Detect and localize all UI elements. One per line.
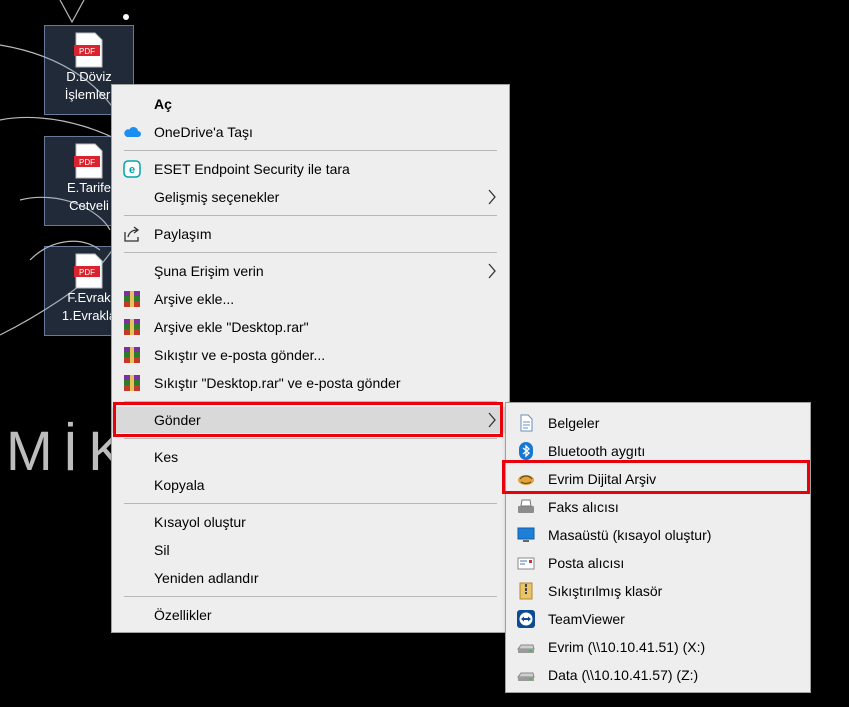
submenu-item-drive-z[interactable]: Data (\\10.10.41.57) (Z:) (506, 662, 810, 688)
mail-icon (517, 557, 535, 570)
menu-item-compress-desktop-email[interactable]: Sıkıştır "Desktop.rar" ve e-posta gönder (112, 370, 509, 396)
menu-item-add-desktop-rar[interactable]: Arşive ekle "Desktop.rar" (112, 314, 509, 340)
menu-item-properties[interactable]: Özellikler (112, 602, 509, 628)
highlight-send-to (113, 402, 503, 437)
submenu-item-teamviewer[interactable]: TeamViewer (506, 606, 810, 632)
menu-item-label: Kes (154, 449, 179, 465)
menu-item-create-shortcut[interactable]: Kısayol oluştur (112, 509, 509, 535)
menu-item-cut[interactable]: Kes (112, 444, 509, 470)
menu-item-label: Gelişmiş seçenekler (154, 189, 280, 205)
submenu-item-zip-folder[interactable]: Sıkıştırılmış klasör (506, 578, 810, 604)
svg-text:PDF: PDF (79, 47, 95, 56)
svg-text:PDF: PDF (79, 268, 95, 277)
desktop-icon (517, 527, 535, 542)
context-menu: Aç OneDrive'a Taşı e ESET Endpoint Secur… (111, 84, 510, 633)
menu-item-label: Sil (154, 542, 170, 558)
menu-separator (124, 438, 497, 439)
menu-item-rename[interactable]: Yeniden adlandır (112, 565, 509, 591)
menu-item-advanced-options[interactable]: Gelişmiş seçenekler (112, 184, 509, 210)
menu-item-label: Yeniden adlandır (154, 570, 259, 586)
submenu-item-label: Masaüstü (kısayol oluştur) (548, 527, 712, 543)
submenu-item-label: Evrim (\\10.10.41.51) (X:) (548, 639, 706, 655)
submenu-item-label: Belgeler (548, 415, 600, 431)
share-icon (124, 226, 140, 242)
pdf-file-icon: PDF (74, 32, 103, 68)
submenu-item-label: Sıkıştırılmış klasör (548, 583, 663, 599)
menu-item-label: Kopyala (154, 477, 205, 493)
menu-item-delete[interactable]: Sil (112, 537, 509, 563)
menu-item-label: Arşive ekle "Desktop.rar" (154, 319, 309, 335)
menu-item-label: Paylaşım (154, 226, 212, 242)
menu-item-label: Aç (154, 96, 172, 112)
menu-item-onedrive[interactable]: OneDrive'a Taşı (112, 119, 509, 145)
fax-icon (518, 499, 534, 513)
menu-item-copy[interactable]: Kopyala (112, 472, 509, 498)
menu-item-share[interactable]: Paylaşım (112, 221, 509, 247)
menu-item-eset-scan[interactable]: e ESET Endpoint Security ile tara (112, 156, 509, 182)
winrar-icon (124, 375, 140, 391)
network-drive-icon (517, 672, 535, 681)
menu-separator (124, 596, 497, 597)
teamviewer-icon (517, 610, 535, 628)
submenu-item-drive-x[interactable]: Evrim (\\10.10.41.51) (X:) (506, 634, 810, 660)
submenu-item-fax[interactable]: Faks alıcısı (506, 494, 810, 520)
submenu-item-desktop-shortcut[interactable]: Masaüstü (kısayol oluştur) (506, 522, 810, 548)
zip-folder-icon (519, 582, 533, 600)
menu-separator (124, 215, 497, 216)
highlight-evrim-archive (502, 460, 810, 494)
svg-text:e: e (129, 164, 135, 176)
winrar-icon (124, 319, 140, 335)
submenu-item-documents[interactable]: Belgeler (506, 410, 810, 436)
bluetooth-icon (519, 442, 533, 460)
network-drive-icon (517, 644, 535, 653)
pdf-file-icon: PDF (74, 143, 103, 179)
menu-item-label: Kısayol oluştur (154, 514, 246, 530)
chevron-right-icon (488, 263, 496, 279)
menu-item-label: ESET Endpoint Security ile tara (154, 161, 350, 177)
menu-separator (124, 503, 497, 504)
submenu-item-label: Faks alıcısı (548, 499, 619, 515)
menu-item-label: Sıkıştır "Desktop.rar" ve e-posta gönder (154, 375, 401, 391)
menu-item-label: Özellikler (154, 607, 212, 623)
winrar-icon (124, 291, 140, 307)
menu-item-label: OneDrive'a Taşı (154, 124, 253, 140)
pdf-file-icon: PDF (74, 253, 103, 289)
menu-item-label: Şuna Erişim verin (154, 263, 264, 279)
menu-item-open[interactable]: Aç (112, 91, 509, 117)
send-to-submenu: Belgeler Bluetooth aygıtı Evrim Dijital … (505, 402, 811, 693)
submenu-item-mail[interactable]: Posta alıcısı (506, 550, 810, 576)
menu-item-label: Arşive ekle... (154, 291, 235, 307)
menu-separator (124, 150, 497, 151)
submenu-item-label: Data (\\10.10.41.57) (Z:) (548, 667, 699, 683)
winrar-icon (124, 347, 140, 363)
submenu-item-label: TeamViewer (548, 611, 625, 627)
chevron-right-icon (488, 189, 496, 205)
svg-text:PDF: PDF (79, 158, 95, 167)
submenu-item-label: Posta alıcısı (548, 555, 625, 571)
eset-icon: e (123, 160, 141, 178)
menu-separator (124, 252, 497, 253)
cloud-icon (124, 127, 141, 137)
menu-item-compress-email[interactable]: Sıkıştır ve e-posta gönder... (112, 342, 509, 368)
menu-item-add-archive[interactable]: Arşive ekle... (112, 286, 509, 312)
document-icon (520, 414, 533, 432)
submenu-item-label: Bluetooth aygıtı (548, 443, 646, 459)
menu-item-label: Sıkıştır ve e-posta gönder... (154, 347, 326, 363)
menu-item-give-access[interactable]: Şuna Erişim verin (112, 258, 509, 284)
